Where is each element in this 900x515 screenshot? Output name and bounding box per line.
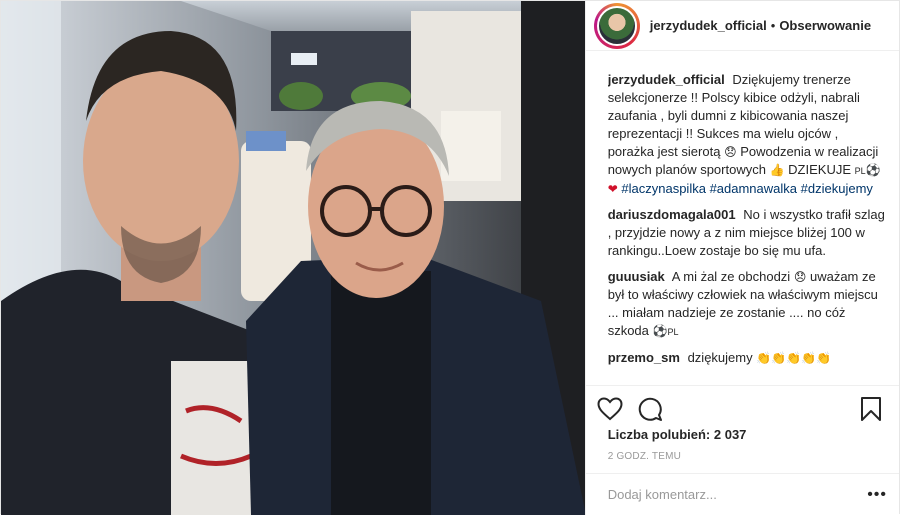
- thumbs-up-emoji-icon: 👍: [769, 163, 785, 177]
- post-timestamp[interactable]: 2 GODZ. TEMU: [608, 451, 681, 462]
- comment-item: dariuszdomagala001 No i wszystko trafił …: [608, 206, 885, 260]
- caption-username[interactable]: jerzydudek_official: [608, 72, 725, 87]
- comment-username[interactable]: przemo_sm: [608, 350, 680, 365]
- soccer-ball-emoji-icon: ⚽: [865, 163, 881, 177]
- caption: jerzydudek_official Dziękujemy trenerze …: [608, 71, 885, 198]
- caption-text-3: DZIEKUJE: [788, 162, 851, 177]
- clapping-hands-emoji-icon: 👏👏👏👏👏: [756, 351, 831, 365]
- post-header: jerzydudek_official • Obserwowanie: [585, 1, 899, 51]
- post-sidebar: jerzydudek_official • Obserwowanie jerzy…: [584, 1, 899, 515]
- red-heart-emoji-icon: ❤: [607, 182, 618, 196]
- comment-item: przemo_sm dziękujemy 👏👏👏👏👏: [608, 349, 885, 367]
- comment-username[interactable]: dariuszdomagala001: [608, 207, 736, 222]
- disappointed-emoji-icon: 😞: [793, 270, 807, 284]
- hashtag-dziekujemy[interactable]: #dziekujemy: [801, 181, 873, 196]
- action-bar: [585, 385, 899, 425]
- disappointed-emoji-icon: 😞: [724, 145, 737, 159]
- story-ring[interactable]: [593, 2, 640, 49]
- selfie-photo-image: [1, 1, 585, 515]
- comments-list[interactable]: jerzydudek_official Dziękujemy trenerze …: [608, 71, 885, 383]
- add-comment-bar: •••: [585, 473, 899, 515]
- add-comment-input[interactable]: [607, 487, 868, 502]
- post-photo[interactable]: [1, 1, 585, 515]
- likes-count[interactable]: Liczba polubień: 2 037: [608, 427, 747, 442]
- hashtag-laczynaspilka[interactable]: #laczynaspilka: [621, 181, 706, 196]
- comment-username[interactable]: guuusiak: [608, 269, 665, 284]
- caption-flag: PL: [854, 166, 866, 176]
- more-options-icon[interactable]: •••: [867, 486, 887, 504]
- header-username[interactable]: jerzydudek_official: [650, 18, 767, 33]
- comment-text-1: A mi żal ze obchodzi: [671, 269, 791, 284]
- soccer-ball-emoji-icon: ⚽: [652, 324, 668, 338]
- comment-text: dziękujemy: [687, 350, 753, 365]
- heart-outline-icon[interactable]: [596, 395, 624, 423]
- following-button[interactable]: Obserwowanie: [779, 18, 871, 33]
- speech-bubble-icon[interactable]: [636, 395, 664, 423]
- comment-item: guuusiak A mi żal ze obchodzi 😞 uważam z…: [608, 268, 885, 341]
- avatar[interactable]: [596, 5, 637, 46]
- comment-flag: PL: [667, 327, 679, 337]
- bookmark-icon[interactable]: [857, 395, 885, 423]
- hashtag-adamnawalka[interactable]: #adamnawalka: [710, 181, 797, 196]
- header-separator: •: [770, 18, 776, 33]
- instagram-post: jerzydudek_official • Obserwowanie jerzy…: [0, 0, 900, 515]
